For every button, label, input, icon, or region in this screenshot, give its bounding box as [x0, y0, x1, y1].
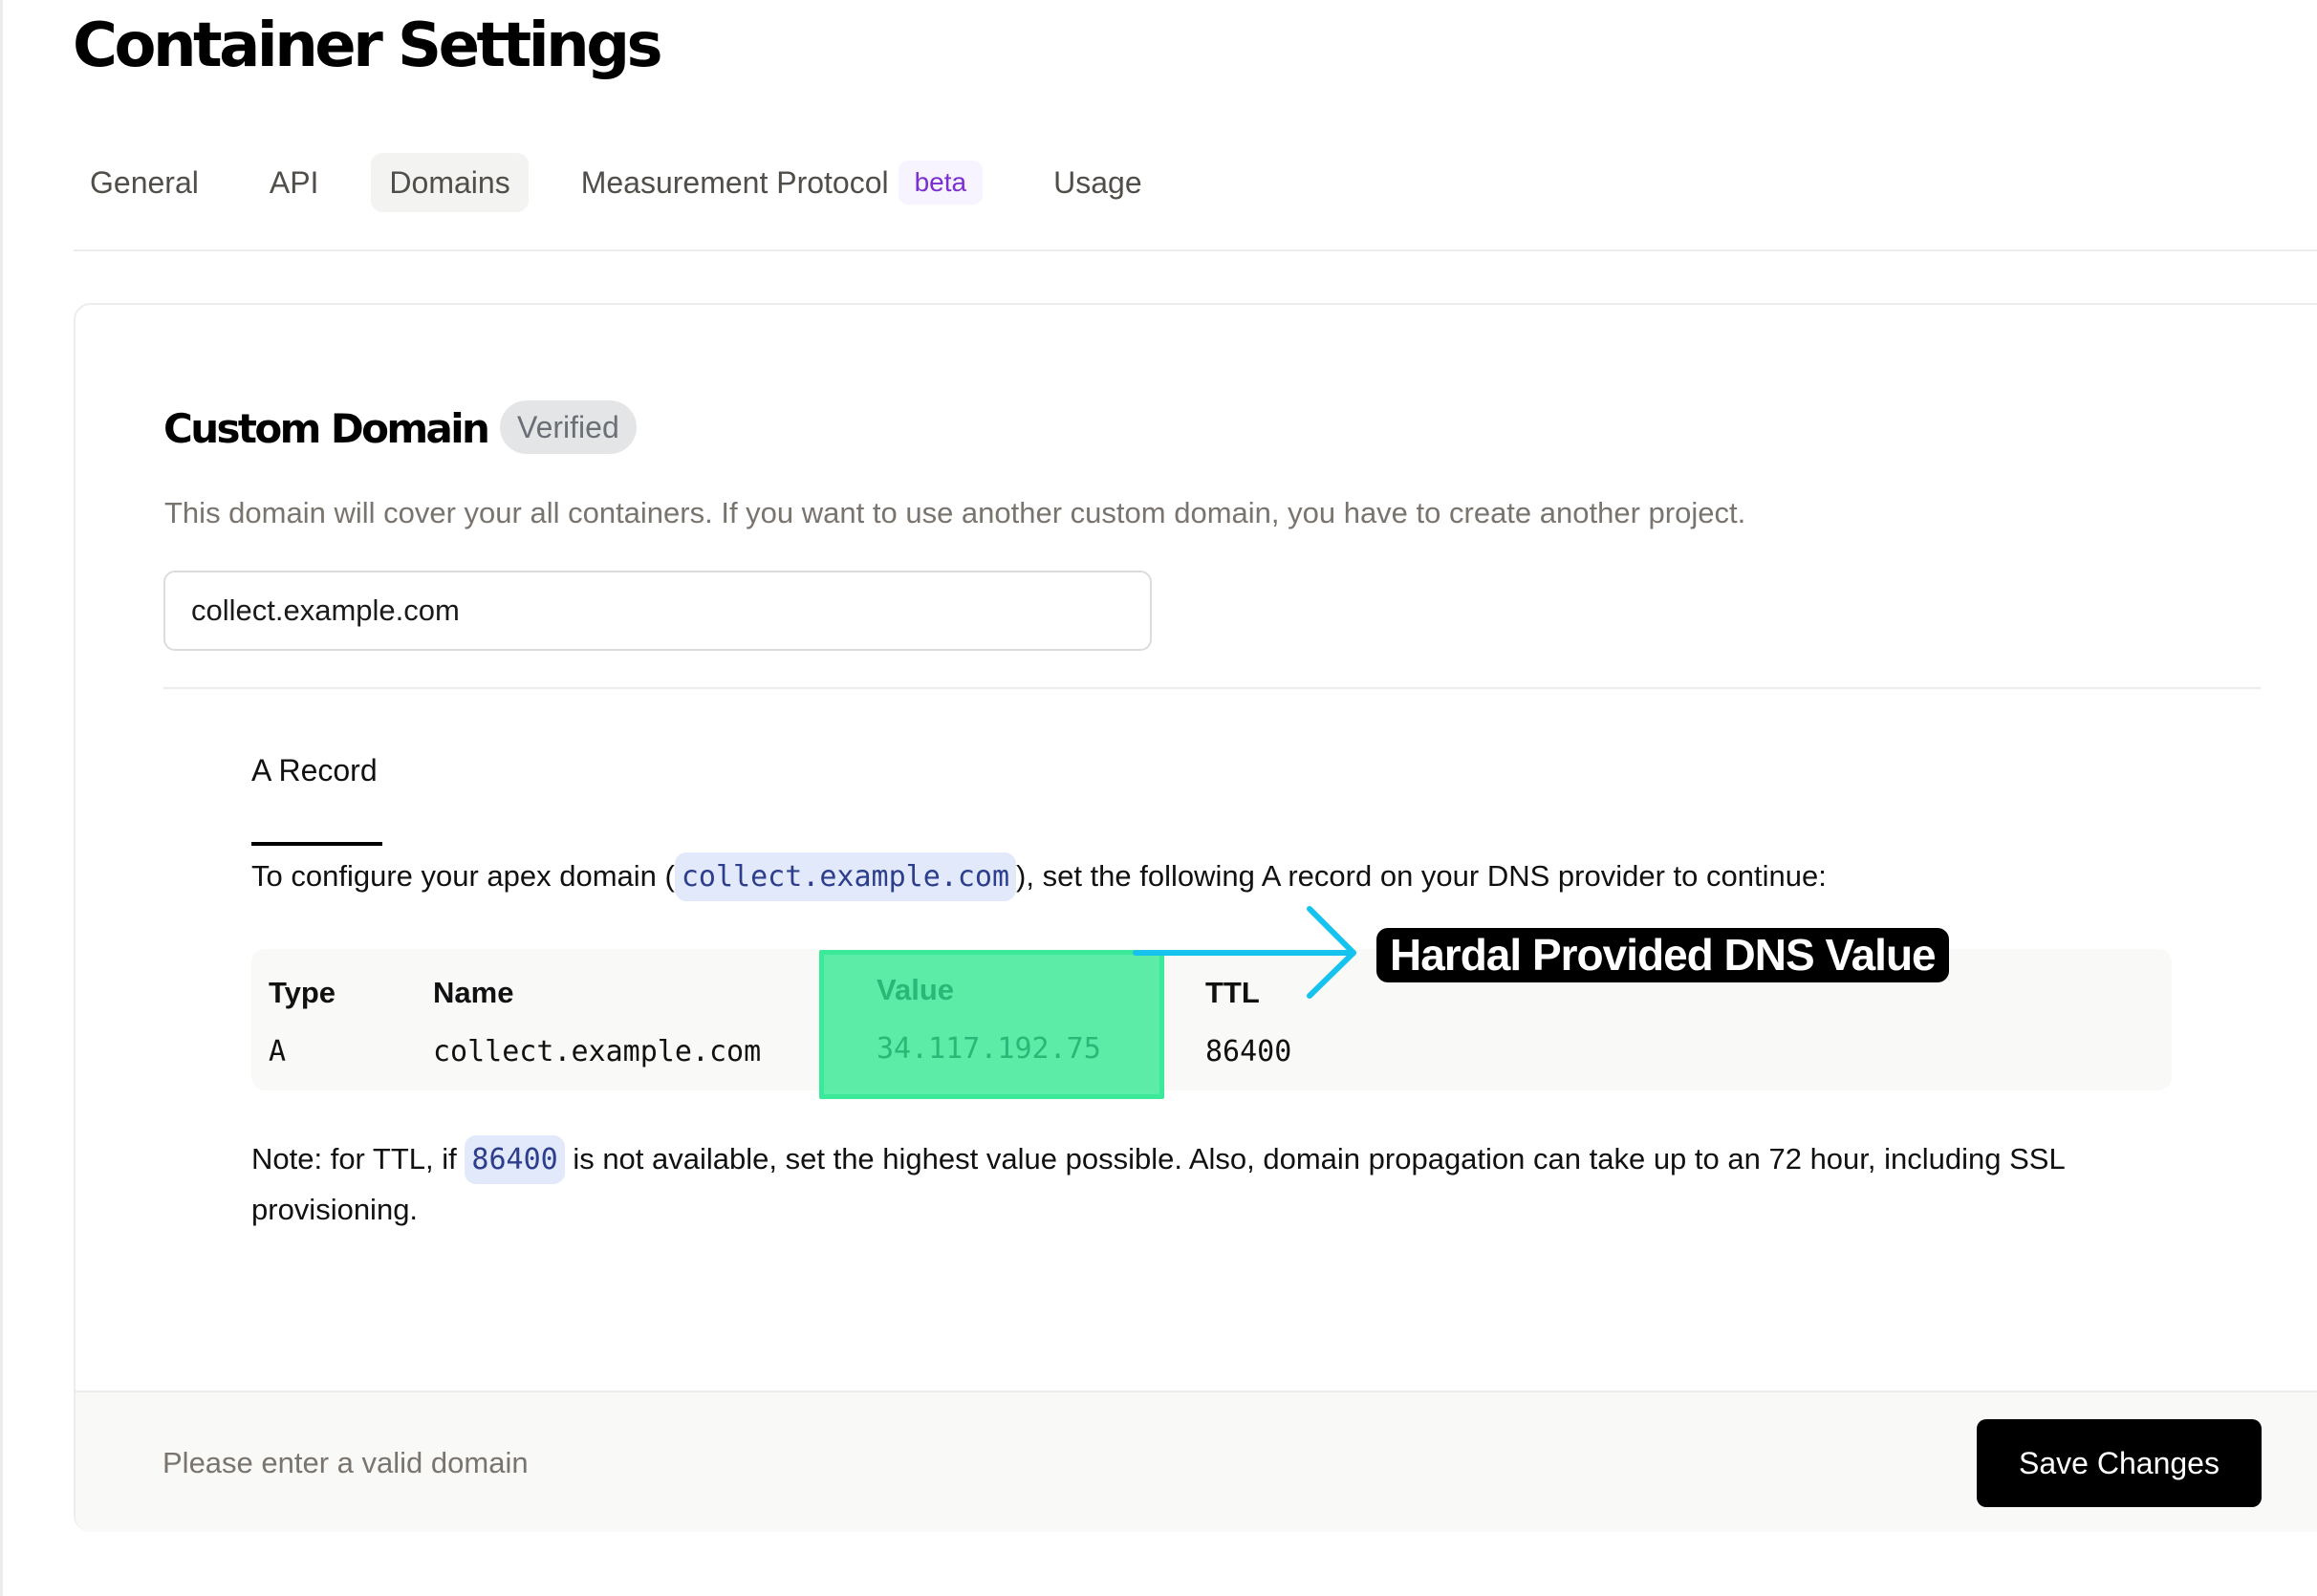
dns-instructions: To configure your apex domain (collect.e…: [251, 833, 1827, 920]
tab-label: Usage: [1053, 165, 1142, 200]
apex-domain-code: collect.example.com: [674, 852, 1017, 901]
annotation-label: Hardal Provided DNS Value: [1376, 928, 1949, 982]
value-highlight: Value 34.117.192.75: [819, 950, 1164, 1099]
tabs-divider: [74, 249, 2317, 251]
header-value: Value: [877, 973, 954, 1006]
settings-tabs: General API Domains Measurement Protocol…: [73, 153, 1195, 212]
ttl-code: 86400: [465, 1135, 565, 1184]
validation-message: Please enter a valid domain: [162, 1446, 529, 1479]
instructions-text: To configure your apex domain (: [251, 859, 675, 893]
tab-label: Measurement Protocol: [580, 165, 889, 200]
cell-ttl: 86400: [1205, 1035, 1292, 1068]
cell-value: 34.117.192.75: [877, 1032, 1101, 1066]
note-text: Note: for TTL, if: [251, 1142, 466, 1175]
section-description: This domain will cover your all containe…: [164, 496, 1746, 529]
tab-measurement-protocol[interactable]: Measurement Protocol beta: [563, 153, 1001, 212]
left-border: [0, 0, 3, 1596]
tab-domains[interactable]: Domains: [371, 153, 529, 212]
tab-api[interactable]: API: [251, 153, 337, 212]
header-ttl: TTL: [1205, 976, 1260, 1009]
cell-type: A: [269, 1035, 287, 1068]
header-name: Name: [433, 976, 514, 1009]
save-changes-button[interactable]: Save Changes: [1977, 1419, 2262, 1507]
tab-label: API: [269, 165, 319, 200]
page-title: Container Settings: [73, 11, 663, 81]
verified-badge: Verified: [500, 400, 637, 454]
beta-badge: beta: [898, 161, 984, 205]
ttl-note: Note: for TTL, if 86400 is not available…: [251, 1134, 2182, 1235]
tab-usage[interactable]: Usage: [1035, 153, 1160, 212]
tab-label: Domains: [389, 165, 510, 200]
tab-label: General: [90, 165, 199, 200]
card-footer: Please enter a valid domain Save Changes: [76, 1391, 2317, 1532]
section-title: Custom Domain: [163, 405, 490, 452]
instructions-text: ), set the following A record on your DN…: [1016, 859, 1827, 893]
header-type: Type: [269, 976, 336, 1009]
section-divider: [163, 687, 2261, 689]
custom-domain-input[interactable]: [163, 571, 1152, 651]
cell-name: collect.example.com: [433, 1035, 762, 1068]
tab-a-record[interactable]: A Record: [251, 746, 378, 794]
tab-general[interactable]: General: [72, 153, 217, 212]
